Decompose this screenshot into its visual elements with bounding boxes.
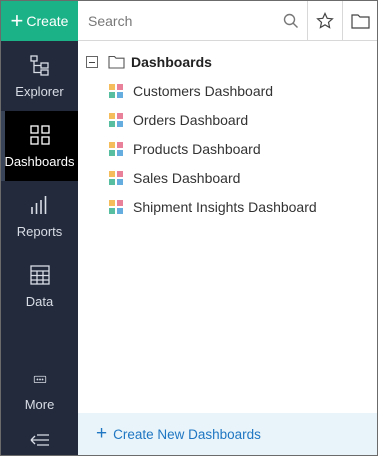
- sidebar-item-label: Reports: [16, 223, 63, 239]
- plus-icon: +: [96, 423, 108, 444]
- tree-item-shipment-insights-dashboard[interactable]: Shipment Insights Dashboard: [108, 196, 317, 218]
- star-icon: [316, 12, 334, 29]
- sidebar-item-label: Data: [25, 293, 54, 309]
- folder-button[interactable]: [342, 1, 377, 41]
- tree-item-customers-dashboard[interactable]: Customers Dashboard: [108, 80, 273, 102]
- tree-item-label: Products Dashboard: [133, 141, 261, 157]
- sidebar-item-explorer[interactable]: Explorer: [1, 41, 78, 111]
- sidebar-item-label: More: [24, 396, 55, 412]
- sidebar-item-label: Dashboards: [4, 153, 75, 169]
- app-window: + Create Explorer Dashboards Reports Dat…: [0, 0, 378, 456]
- dashboard-icon: [109, 113, 123, 127]
- dashboard-icon: [109, 171, 123, 185]
- sidebar: + Create Explorer Dashboards Reports Dat…: [1, 1, 78, 455]
- sidebar-item-reports[interactable]: Reports: [1, 181, 78, 251]
- dashboard-icon: [109, 200, 123, 214]
- tree-root-dashboards[interactable]: Dashboards: [86, 52, 212, 72]
- tree-item-sales-dashboard[interactable]: Sales Dashboard: [108, 167, 240, 189]
- sidebar-item-data[interactable]: Data: [1, 251, 78, 321]
- dashboard-tree: Dashboards Customers Dashboard Orders Da…: [78, 41, 377, 413]
- collapse-sidebar-icon: [30, 434, 49, 446]
- tree-item-label: Sales Dashboard: [133, 170, 241, 186]
- create-new-dashboards-button[interactable]: + Create New Dashboards: [78, 413, 377, 455]
- search-bar: [78, 1, 377, 41]
- collapse-toggle-icon[interactable]: [86, 56, 98, 68]
- explorer-icon: [29, 54, 49, 76]
- search-input[interactable]: [78, 1, 307, 41]
- plus-icon: +: [10, 8, 24, 33]
- dashboard-icon: [109, 84, 123, 98]
- sidebar-item-more[interactable]: More: [1, 363, 78, 423]
- folder-icon: [350, 14, 370, 29]
- dashboard-icon: [109, 142, 123, 156]
- collapse-sidebar-button[interactable]: [1, 425, 78, 455]
- sidebar-item-label: Explorer: [15, 83, 64, 99]
- create-label: Create: [26, 13, 69, 29]
- tree-root-label: Dashboards: [131, 54, 212, 70]
- tree-item-label: Orders Dashboard: [133, 112, 249, 128]
- more-icon: [33, 375, 46, 383]
- reports-icon: [30, 195, 46, 214]
- create-button[interactable]: + Create: [1, 1, 78, 41]
- tree-item-label: Shipment Insights Dashboard: [133, 199, 317, 215]
- tree-item-products-dashboard[interactable]: Products Dashboard: [108, 138, 261, 160]
- search-icon[interactable]: [283, 13, 299, 29]
- folder-icon: [108, 55, 125, 69]
- favorites-button[interactable]: [307, 1, 342, 41]
- data-icon: [29, 264, 50, 285]
- dashboards-icon: [29, 124, 50, 145]
- tree-item-label: Customers Dashboard: [133, 83, 274, 99]
- sidebar-item-dashboards[interactable]: Dashboards: [1, 111, 78, 181]
- tree-item-orders-dashboard[interactable]: Orders Dashboard: [108, 109, 248, 131]
- create-new-dashboards-label: Create New Dashboards: [113, 426, 261, 442]
